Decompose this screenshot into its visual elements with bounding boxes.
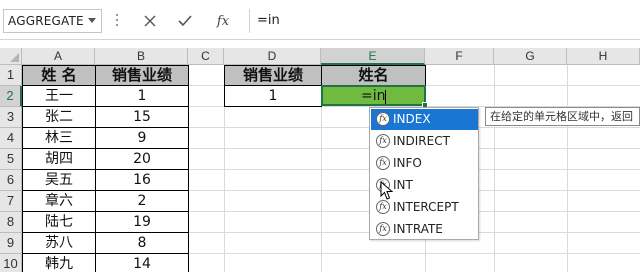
function-icon: fx	[376, 134, 390, 148]
column-header-f[interactable]: F	[425, 48, 494, 65]
column-header-h[interactable]: H	[567, 48, 640, 65]
row-header-1[interactable]: 1	[0, 65, 22, 86]
table-header-name[interactable]: 姓 名	[22, 65, 96, 86]
table-cell[interactable]: 王一	[22, 85, 96, 107]
function-icon: fx	[376, 222, 390, 236]
table-cell[interactable]: 19	[95, 211, 189, 233]
chevron-down-icon[interactable]	[88, 18, 96, 23]
column-header-g[interactable]: G	[494, 48, 567, 65]
row-header-9[interactable]: 9	[0, 233, 22, 254]
row-header-5[interactable]: 5	[0, 149, 22, 170]
cancel-button[interactable]	[138, 10, 162, 32]
drag-handle-icon[interactable]	[116, 14, 120, 28]
text-caret	[385, 90, 386, 104]
autocomplete-label: INTRATE	[393, 222, 443, 236]
table-cell[interactable]: 1	[95, 85, 189, 107]
table-cell[interactable]: 胡四	[22, 148, 96, 170]
function-icon: fx	[376, 112, 390, 126]
autocomplete-item-index[interactable]: fx INDEX	[371, 109, 478, 130]
row-header-3[interactable]: 3	[0, 107, 22, 128]
formula-input[interactable]: =in	[249, 9, 640, 33]
function-tooltip: 在给定的单元格区域中，返回	[485, 107, 640, 126]
autocomplete-item-info[interactable]: fx INFO	[371, 153, 478, 174]
select-all-button[interactable]	[0, 48, 22, 65]
lookup-header-name[interactable]: 姓名	[321, 65, 426, 86]
name-box-value: AGGREGATE	[8, 14, 84, 28]
lookup-header-sales[interactable]: 销售业绩	[224, 65, 322, 86]
table-cell[interactable]: 15	[95, 106, 189, 128]
autocomplete-label: INDEX	[393, 112, 431, 126]
enter-button[interactable]	[173, 10, 197, 32]
active-cell-e2[interactable]: =in	[321, 85, 426, 106]
table-header-sales[interactable]: 销售业绩	[95, 65, 189, 86]
formula-bar: AGGREGATE fx =in	[0, 0, 640, 40]
table-cell[interactable]: 韩九	[22, 253, 96, 272]
insert-function-button[interactable]: fx	[211, 10, 235, 32]
column-header-b[interactable]: B	[95, 48, 188, 65]
autocomplete-label: INT	[393, 178, 413, 192]
mouse-cursor-icon	[380, 181, 394, 200]
row-header-10[interactable]: 10	[0, 254, 22, 272]
active-cell-text: =in	[361, 88, 386, 104]
autocomplete-label: INDIRECT	[393, 134, 450, 148]
row-header-2[interactable]: 2	[0, 86, 22, 107]
autocomplete-item-indirect[interactable]: fx INDIRECT	[371, 131, 478, 152]
function-autocomplete-list: fx INDEX fx INDIRECT fx INFO fx INT fx I…	[369, 107, 479, 240]
table-cell[interactable]: 8	[95, 232, 189, 254]
row-header-4[interactable]: 4	[0, 128, 22, 149]
check-icon	[178, 15, 192, 27]
formula-text: =in	[257, 13, 280, 28]
column-header-c[interactable]: C	[188, 48, 224, 65]
autocomplete-item-intrate[interactable]: fx INTRATE	[371, 219, 478, 240]
table-cell[interactable]: 吴五	[22, 169, 96, 191]
column-header-e[interactable]: E	[321, 48, 425, 65]
row-header-7[interactable]: 7	[0, 191, 22, 212]
table-cell[interactable]: 章六	[22, 190, 96, 212]
column-header-a[interactable]: A	[22, 48, 95, 65]
fx-icon: fx	[216, 13, 230, 29]
table-cell[interactable]: 陆七	[22, 211, 96, 233]
name-box[interactable]: AGGREGATE	[3, 9, 102, 33]
lookup-cell-sales[interactable]: 1	[224, 85, 322, 107]
select-all-icon	[10, 53, 19, 62]
table-cell[interactable]: 16	[95, 169, 189, 191]
function-icon: fx	[376, 200, 390, 214]
autocomplete-label: INFO	[393, 156, 422, 170]
table-cell[interactable]: 林三	[22, 127, 96, 149]
table-cell[interactable]: 张二	[22, 106, 96, 128]
autocomplete-label: INTERCEPT	[393, 200, 459, 214]
table-cell[interactable]: 20	[95, 148, 189, 170]
table-cell[interactable]: 14	[95, 253, 189, 272]
column-header-d[interactable]: D	[224, 48, 321, 65]
function-icon: fx	[376, 156, 390, 170]
table-cell[interactable]: 苏八	[22, 232, 96, 254]
table-cell[interactable]: 9	[95, 127, 189, 149]
table-cell[interactable]: 2	[95, 190, 189, 212]
row-header-6[interactable]: 6	[0, 170, 22, 191]
close-icon	[144, 15, 156, 27]
row-header-8[interactable]: 8	[0, 212, 22, 233]
